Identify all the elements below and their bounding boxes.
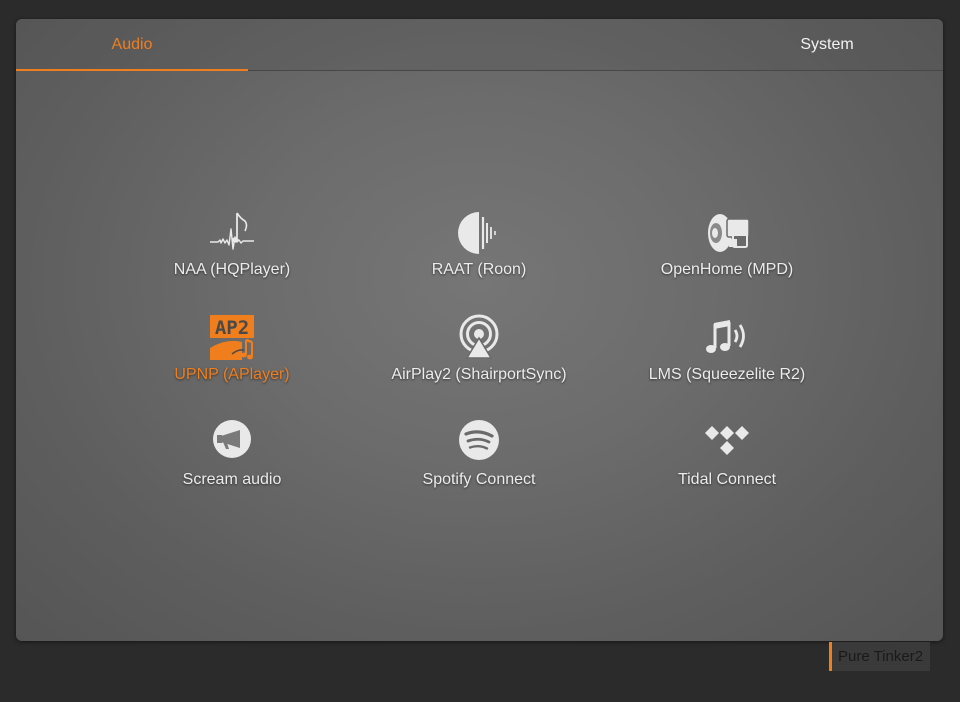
roon-raat-icon bbox=[458, 212, 496, 254]
naa-waveform-note-icon bbox=[210, 212, 254, 250]
music-note-sound-icon bbox=[706, 320, 745, 353]
tab-system[interactable]: System bbox=[711, 19, 943, 70]
service-openhome[interactable]: OpenHome (MPD) bbox=[612, 209, 842, 299]
brand-label: Pure Tinker2 bbox=[838, 648, 924, 665]
service-label: RAAT (Roon) bbox=[431, 261, 527, 278]
openhome-speaker-icon bbox=[708, 214, 750, 252]
service-naa[interactable]: NAA (HQPlayer) bbox=[117, 209, 347, 299]
megaphone-icon bbox=[213, 420, 251, 458]
airplay-icon bbox=[459, 314, 499, 359]
service-label: OpenHome (MPD) bbox=[660, 261, 794, 278]
service-lms[interactable]: LMS (Squeezelite R2) bbox=[612, 314, 842, 404]
service-spotify[interactable]: Spotify Connect bbox=[364, 419, 594, 509]
service-upnp[interactable]: AP2 UPNP (APlayer) bbox=[117, 314, 347, 404]
aplayer-ap2-icon: AP2 bbox=[210, 315, 254, 360]
service-label: UPNP (APlayer) bbox=[174, 366, 290, 383]
spotify-icon bbox=[459, 420, 499, 460]
service-label: AirPlay2 (ShairportSync) bbox=[391, 366, 567, 383]
service-raat[interactable]: RAAT (Roon) bbox=[364, 209, 594, 299]
service-label: NAA (HQPlayer) bbox=[173, 261, 291, 278]
brand-badge: Pure Tinker2 bbox=[829, 642, 930, 671]
main-panel: Audio System NAA (HQPlayer) RAAT (Roon) bbox=[16, 19, 943, 641]
service-scream[interactable]: Scream audio bbox=[117, 419, 347, 509]
service-tidal[interactable]: Tidal Connect bbox=[612, 419, 842, 509]
service-label: Spotify Connect bbox=[422, 471, 536, 488]
tab-bar: Audio System bbox=[16, 19, 943, 71]
service-label: Scream audio bbox=[182, 471, 282, 488]
service-airplay2[interactable]: AirPlay2 (ShairportSync) bbox=[364, 314, 594, 404]
service-label: Tidal Connect bbox=[677, 471, 777, 488]
svg-text:AP2: AP2 bbox=[215, 317, 249, 339]
tidal-icon bbox=[705, 426, 749, 455]
tab-audio[interactable]: Audio bbox=[16, 19, 248, 71]
service-label: LMS (Squeezelite R2) bbox=[648, 366, 806, 383]
